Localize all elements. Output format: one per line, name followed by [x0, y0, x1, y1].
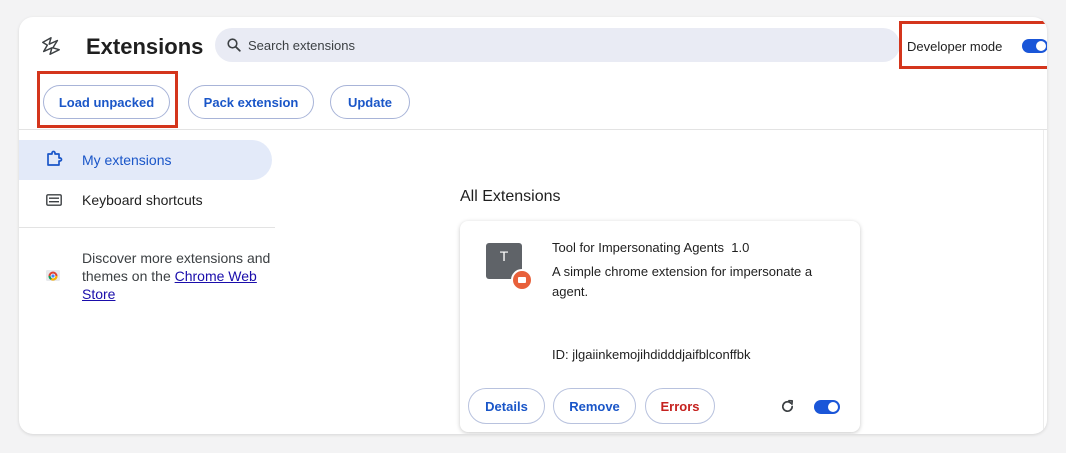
pack-extension-button[interactable]: Pack extension	[188, 85, 314, 119]
update-button[interactable]: Update	[330, 85, 410, 119]
extensions-window: Extensions Search extensions Developer m…	[19, 17, 1047, 434]
extension-id: ID: jlgaiinkemojihdidddjaifblconffbk	[552, 347, 751, 362]
puzzle-icon	[47, 150, 63, 166]
extension-name-text: Tool for Impersonating Agents	[552, 240, 724, 255]
extensions-logo-icon	[42, 37, 60, 55]
camera-badge-icon	[511, 269, 533, 291]
reload-icon[interactable]	[780, 399, 795, 414]
extension-description: A simple chrome extension for impersonat…	[552, 264, 813, 299]
extension-enable-toggle[interactable]	[814, 400, 840, 414]
keyboard-icon	[46, 194, 62, 206]
header-divider	[19, 129, 1047, 130]
extension-card: T Tool for Impersonating Agents 1.0 A si…	[460, 221, 860, 432]
sidebar-divider	[19, 227, 275, 228]
scroll-track	[1043, 130, 1044, 434]
details-button[interactable]: Details	[468, 388, 545, 424]
extension-name: Tool for Impersonating Agents 1.0	[552, 240, 749, 255]
sidebar-item-keyboard-shortcuts[interactable]: Keyboard shortcuts	[82, 192, 203, 208]
chrome-web-store-icon	[46, 270, 60, 281]
page-title: Extensions	[86, 34, 204, 59]
search-placeholder: Search extensions	[248, 38, 355, 53]
discover-text: Discover more extensions and themes on t…	[82, 249, 272, 303]
remove-button[interactable]: Remove	[553, 388, 636, 424]
highlight-box-developer-mode	[899, 21, 1047, 69]
section-title: All Extensions	[460, 188, 561, 205]
highlight-box-load-unpacked	[37, 71, 178, 128]
search-icon	[227, 38, 241, 52]
errors-button[interactable]: Errors	[645, 388, 715, 424]
sidebar-item-label: My extensions	[82, 152, 172, 168]
search-input[interactable]: Search extensions	[215, 28, 900, 62]
extension-version: 1.0	[731, 240, 750, 255]
